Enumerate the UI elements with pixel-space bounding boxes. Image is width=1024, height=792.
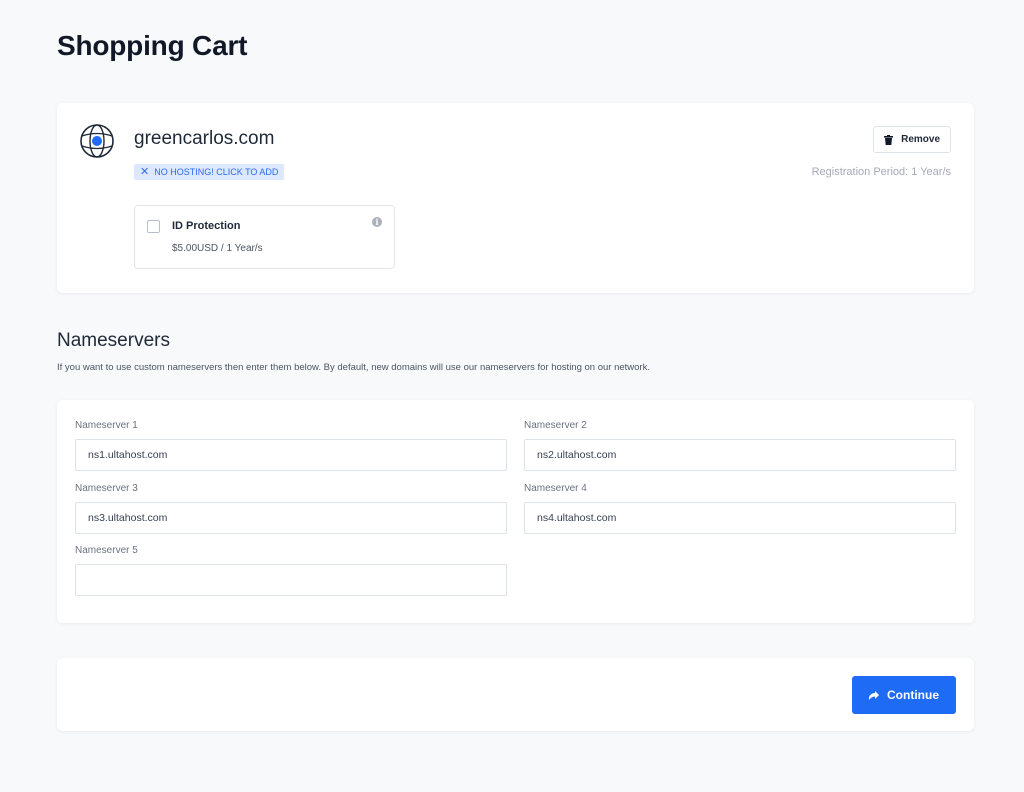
no-hosting-label: NO HOSTING! CLICK TO ADD — [154, 167, 279, 177]
nameservers-card: Nameserver 1 Nameserver 2 Nameserver 3 N… — [57, 400, 974, 623]
nameservers-description: If you want to use custom nameservers th… — [57, 362, 650, 373]
addon-id-protection[interactable]: ID Protection $5.00USD / 1 Year/s i — [134, 205, 395, 269]
nameserver-1-input[interactable] — [75, 439, 507, 471]
nameserver-5-input[interactable] — [75, 564, 507, 596]
shopping-cart-page: Shopping Cart greencarlos.com ✕ NO HOSTI… — [0, 0, 1024, 792]
nameserver-3-input[interactable] — [75, 502, 507, 534]
page-title: Shopping Cart — [57, 30, 248, 61]
continue-button[interactable]: Continue — [852, 676, 956, 714]
no-hosting-badge[interactable]: ✕ NO HOSTING! CLICK TO ADD — [134, 164, 285, 180]
globe-icon — [80, 124, 114, 158]
nameservers-heading: Nameservers — [57, 330, 170, 351]
domain-name: greencarlos.com — [134, 128, 275, 149]
nameserver-5-label: Nameserver 5 — [75, 545, 138, 556]
registration-period: Registration Period: 1 Year/s — [811, 166, 951, 178]
continue-card: Continue — [57, 658, 974, 731]
arrow-right-icon — [869, 690, 879, 700]
nameserver-2-input[interactable] — [524, 439, 956, 471]
remove-button[interactable]: Remove — [873, 126, 951, 153]
addon-checkbox[interactable] — [147, 220, 160, 233]
addon-title: ID Protection — [172, 220, 241, 232]
nameserver-4-label: Nameserver 4 — [524, 483, 587, 494]
trash-icon — [884, 134, 894, 145]
close-icon: ✕ — [140, 165, 150, 178]
info-icon[interactable]: i — [372, 217, 382, 227]
nameserver-3-label: Nameserver 3 — [75, 483, 138, 494]
remove-label: Remove — [901, 134, 940, 145]
addon-price: $5.00USD / 1 Year/s — [172, 243, 263, 254]
nameserver-2-label: Nameserver 2 — [524, 420, 587, 431]
cart-item-card: greencarlos.com ✕ NO HOSTING! CLICK TO A… — [57, 103, 974, 293]
nameserver-1-label: Nameserver 1 — [75, 420, 138, 431]
continue-label: Continue — [887, 688, 939, 702]
nameserver-4-input[interactable] — [524, 502, 956, 534]
